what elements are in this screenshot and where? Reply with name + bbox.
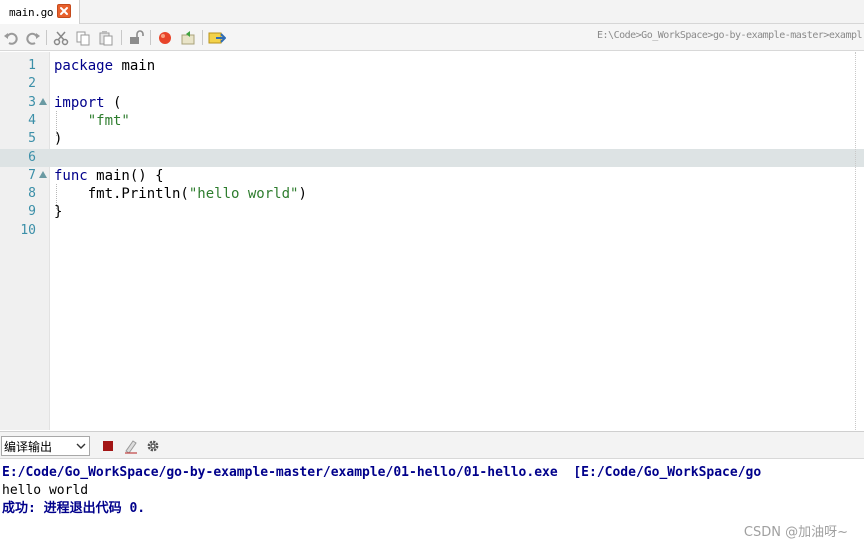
- keyword-token: package: [54, 58, 114, 74]
- code-token: ): [298, 186, 307, 203]
- code-token: (: [104, 94, 122, 111]
- line-number: 9: [28, 204, 36, 220]
- line-number: 8: [28, 186, 36, 202]
- code-line[interactable]: 5): [0, 130, 864, 148]
- code-text: "fmt": [54, 112, 130, 130]
- string-token: "fmt": [87, 112, 130, 129]
- code-line[interactable]: 10: [0, 222, 864, 240]
- tab-main-go[interactable]: main.go: [0, 0, 80, 24]
- code-line[interactable]: 1 package main: [0, 57, 864, 75]
- output-console[interactable]: E:/Code/Go_WorkSpace/go-by-example-maste…: [0, 460, 864, 546]
- cut-icon[interactable]: [51, 28, 71, 48]
- settings-icon[interactable]: [145, 438, 161, 454]
- output-program-text: hello world: [2, 483, 89, 498]
- stop-icon[interactable]: [100, 438, 116, 454]
- run-script-icon[interactable]: [178, 28, 198, 48]
- keyword-token: func: [54, 167, 88, 184]
- code-line[interactable]: 9}: [0, 203, 864, 221]
- clear-icon[interactable]: [123, 438, 139, 454]
- code-token: main: [113, 58, 156, 74]
- code-editor[interactable]: 1 package main 2 3 import (4 "fmt" 5) 6 7 func m…: [0, 52, 864, 430]
- code-line[interactable]: 3 import (: [0, 94, 864, 112]
- output-selector-label: 编译输出: [4, 439, 53, 454]
- copy-icon[interactable]: [73, 28, 93, 48]
- line-number: 7: [28, 167, 36, 183]
- code-text: package main: [54, 57, 155, 75]
- line-number: 6: [28, 149, 36, 165]
- indent-guide: [56, 184, 57, 209]
- undo-icon[interactable]: [1, 28, 21, 48]
- output-selector[interactable]: 编译输出: [1, 436, 90, 456]
- code-token: fmt.Println(: [54, 186, 189, 203]
- line-number: 1: [28, 58, 36, 73]
- output-command-line: E:/Code/Go_WorkSpace/go-by-example-maste…: [2, 465, 762, 480]
- code-line[interactable]: 8 fmt.Println("hello world"): [0, 185, 864, 203]
- watermark: CSDN @加油呀~: [743, 525, 848, 540]
- line-number: 2: [28, 76, 36, 92]
- redo-icon[interactable]: [23, 28, 43, 48]
- edge-line: [855, 52, 856, 430]
- code-line[interactable]: 7 func main() {: [0, 167, 864, 185]
- fold-marker-icon[interactable]: [39, 170, 47, 178]
- line-number: 10: [20, 222, 36, 238]
- keyword-token: import: [54, 94, 105, 111]
- string-token: "hello world": [188, 186, 299, 203]
- code-text: func main() {: [54, 167, 164, 185]
- output-status-line: 成功: 进程退出代码 0.: [2, 501, 146, 516]
- output-toolbar: 编译输出: [0, 431, 864, 459]
- code-line[interactable]: 6: [0, 148, 864, 167]
- code-line[interactable]: 4 "fmt": [0, 112, 864, 130]
- go-to-icon[interactable]: [207, 28, 227, 48]
- paste-icon[interactable]: [96, 28, 116, 48]
- fold-marker-icon[interactable]: [39, 97, 47, 105]
- code-text: fmt.Println("hello world"): [54, 185, 307, 203]
- lock-icon[interactable]: [126, 28, 146, 48]
- line-number: 5: [28, 131, 36, 147]
- record-icon[interactable]: [155, 28, 175, 48]
- code-text: import (: [54, 94, 121, 112]
- file-path: E:\Code>Go_WorkSpace>go-by-example-maste…: [597, 30, 862, 41]
- line-number: 3: [28, 94, 36, 110]
- tab-bar: main.go: [0, 0, 864, 24]
- code-line[interactable]: 2: [0, 75, 864, 93]
- chevron-down-icon[interactable]: [73, 437, 89, 455]
- indent-guide: [56, 111, 57, 136]
- close-icon[interactable]: [57, 4, 71, 18]
- line-number: 4: [28, 112, 36, 128]
- code-token: main() {: [87, 167, 164, 184]
- editor-toolbar: E:\Code>Go_WorkSpace>go-by-example-maste…: [0, 24, 864, 51]
- tab-label: main.go: [9, 5, 54, 19]
